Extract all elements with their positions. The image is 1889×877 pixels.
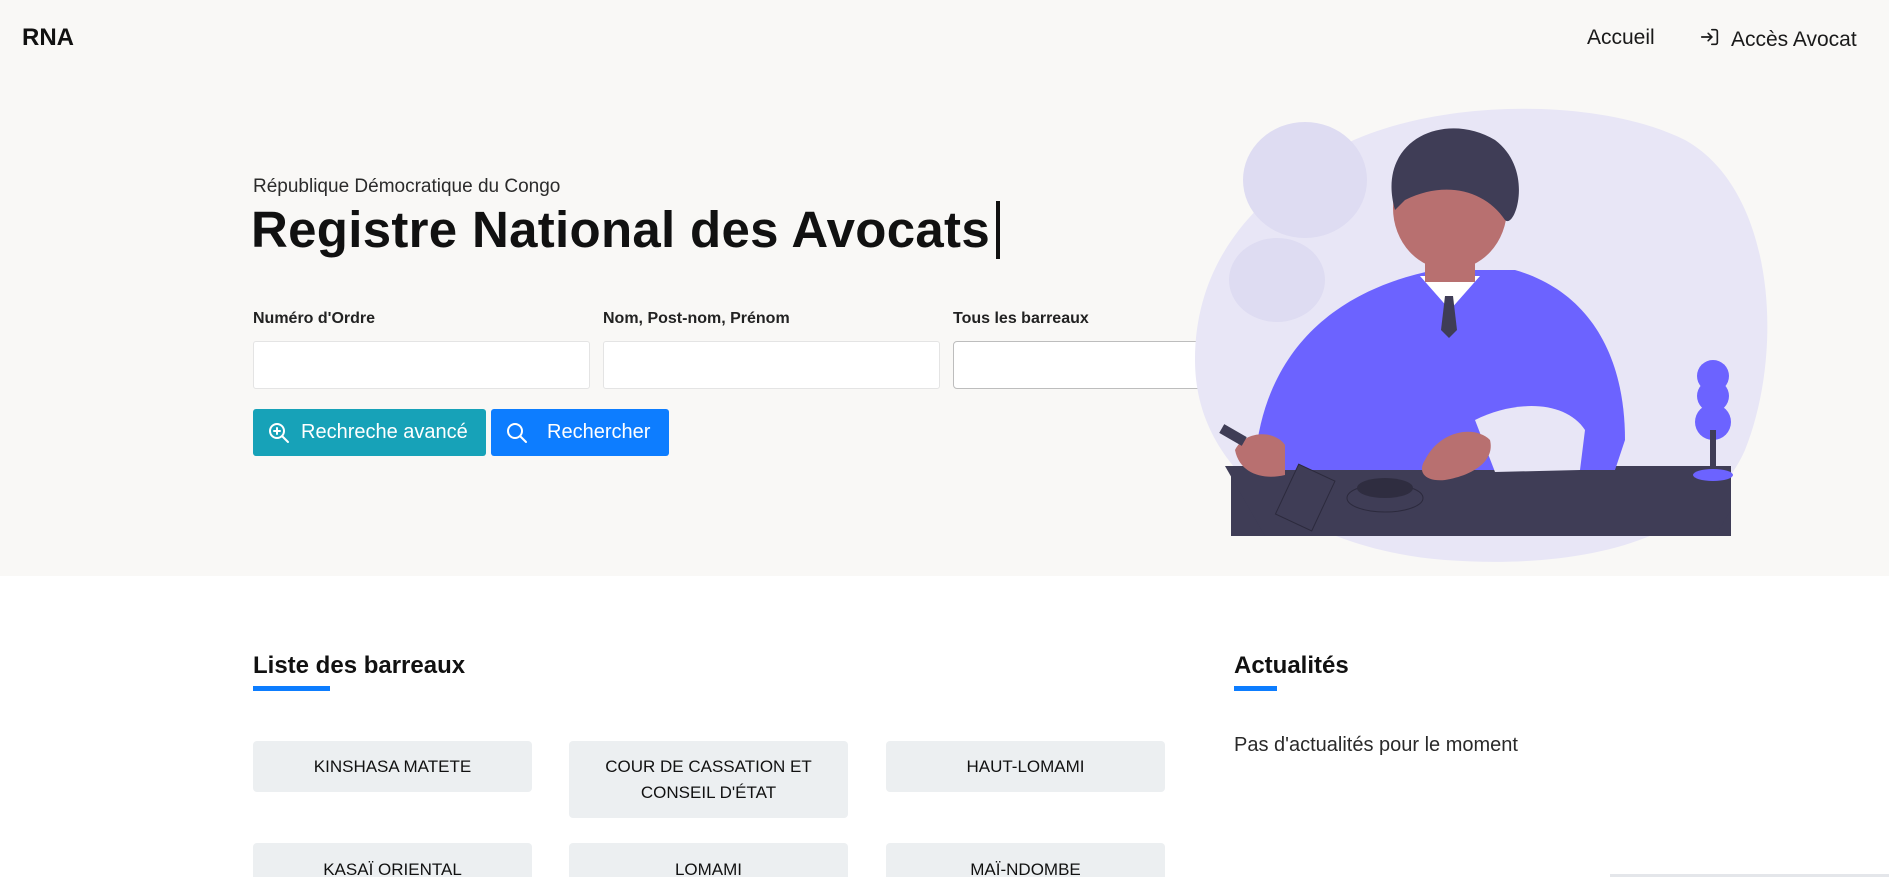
search-label: Rechercher — [547, 421, 651, 443]
ordre-input[interactable] — [253, 341, 590, 389]
advanced-search-label: Rechreche avancé — [301, 421, 468, 443]
typing-caret — [996, 200, 1000, 259]
ordre-label: Numéro d'Ordre — [253, 310, 376, 327]
barreau-card[interactable]: KINSHASA MATETE — [253, 741, 532, 792]
page-title: Registre National des Avocats — [251, 200, 1000, 259]
barreau-card[interactable]: LOMAMI — [569, 843, 848, 877]
page-title-text: Registre National des Avocats — [251, 201, 990, 258]
barreau-label: Tous les barreaux — [953, 310, 1089, 327]
actualites-section-title: Actualités — [1234, 652, 1349, 679]
search-button[interactable]: Rechercher — [491, 409, 669, 456]
nav-home-link[interactable]: Accueil — [1587, 26, 1655, 50]
advanced-search-button[interactable]: Rechreche avancé — [253, 409, 486, 456]
nom-label: Nom, Post-nom, Prénom — [603, 310, 790, 327]
login-icon — [1699, 26, 1721, 54]
nav-login-label: Accès Avocat — [1731, 28, 1857, 51]
barreau-card[interactable]: COUR DE CASSATION ET CONSEIL D'ÉTAT — [569, 741, 848, 818]
nav-home-label: Accueil — [1587, 26, 1655, 49]
brand-logo[interactable]: RNA — [22, 24, 74, 52]
search-icon — [507, 422, 527, 443]
zoom-in-icon — [269, 422, 289, 443]
barreau-card[interactable]: HAUT-LOMAMI — [886, 741, 1165, 792]
actualites-title-underline — [1234, 686, 1277, 691]
country-subtitle: République Démocratique du Congo — [253, 176, 561, 197]
nom-input[interactable] — [603, 341, 940, 389]
nav-login-link[interactable]: Accès Avocat — [1699, 26, 1857, 54]
actualites-empty-message: Pas d'actualités pour le moment — [1234, 734, 1518, 756]
barreaux-title-underline — [253, 686, 330, 691]
lawyer-illustration — [1195, 108, 1768, 562]
barreau-card[interactable]: KASAÏ ORIENTAL — [253, 843, 532, 877]
barreaux-section-title: Liste des barreaux — [253, 652, 466, 679]
barreau-card[interactable]: MAÏ-NDOMBE — [886, 843, 1165, 877]
